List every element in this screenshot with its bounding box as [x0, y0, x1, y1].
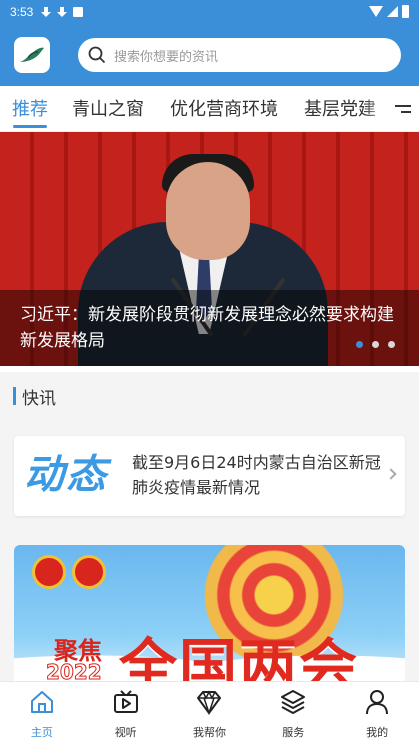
- layers-icon: [281, 690, 306, 714]
- status-time: 3:53: [10, 5, 34, 19]
- nav-home-label: 主页: [30, 726, 53, 739]
- tab-business-environment[interactable]: 优化营商环境: [170, 95, 278, 121]
- banner-carousel[interactable]: 习近平：新发展阶段贯彻新发展理念必然要求构建新发展格局: [0, 132, 419, 366]
- nav-home[interactable]: 主页: [0, 682, 84, 745]
- nav-profile-label: 我的: [366, 726, 389, 739]
- download-icon: [57, 6, 68, 18]
- bottom-navigation: 主页 视听 我帮你 服务 我的: [0, 681, 419, 745]
- download-icon: [41, 6, 52, 18]
- video-icon: [113, 690, 138, 713]
- signal-icon: [387, 6, 398, 17]
- chevron-right-icon: [385, 468, 397, 480]
- cppcc-emblem-icon: [72, 555, 106, 589]
- menu-icon: [401, 111, 411, 113]
- notification-icon: [73, 7, 84, 17]
- banner-title[interactable]: 习近平：新发展阶段贯彻新发展理念必然要求构建新发展格局: [20, 302, 400, 354]
- home-icon: [30, 691, 53, 713]
- diamond-icon: [197, 690, 222, 716]
- notification-icons: [41, 6, 84, 18]
- national-emblem-icon: [32, 555, 66, 589]
- nav-service-label: 服务: [282, 726, 305, 739]
- menu-icon: [395, 105, 411, 107]
- nav-help-label: 我帮你: [192, 726, 226, 739]
- flash-news-header: 快讯: [0, 372, 419, 420]
- nav-video-label: 视听: [114, 726, 137, 739]
- tab-qingshan-window[interactable]: 青山之窗: [72, 95, 144, 121]
- banner-photo-detail: [166, 162, 250, 260]
- section-title: 快讯: [22, 389, 56, 409]
- search-icon: [88, 46, 106, 64]
- section-marker: [13, 387, 16, 405]
- user-icon: [366, 690, 389, 715]
- carousel-dot[interactable]: [388, 341, 395, 348]
- bird-logo-icon: [20, 47, 44, 62]
- search-placeholder: 搜索你想要的资讯: [114, 49, 219, 65]
- status-bar: 3:53: [0, 0, 419, 24]
- carousel-dot[interactable]: [356, 341, 363, 348]
- app-logo[interactable]: [14, 37, 50, 73]
- two-sessions-promo-banner[interactable]: 聚焦 2022 全国两会: [14, 545, 405, 695]
- battery-icon: [402, 5, 409, 18]
- app-header: 搜索你想要的资讯: [0, 24, 419, 86]
- nav-profile[interactable]: 我的: [335, 682, 419, 745]
- flash-news-card[interactable]: 动态 截至9月6日24时内蒙古自治区新冠肺炎疫情最新情况: [14, 436, 405, 516]
- news-headline: 截至9月6日24时内蒙古自治区新冠肺炎疫情最新情况: [132, 453, 381, 497]
- dynamic-logo: 动态: [24, 452, 108, 498]
- carousel-dots: [356, 341, 395, 348]
- wifi-icon: [369, 6, 383, 17]
- category-tabs: 推荐 青山之窗 优化营商环境 基层党建: [0, 86, 419, 132]
- nav-help[interactable]: 我帮你: [168, 682, 252, 745]
- carousel-dot[interactable]: [372, 341, 379, 348]
- tabs-fade: [363, 86, 393, 131]
- system-icons: [369, 5, 409, 18]
- tab-recommend[interactable]: 推荐: [12, 95, 48, 121]
- more-tabs-button[interactable]: [391, 86, 419, 131]
- active-tab-indicator: [13, 125, 47, 128]
- search-input[interactable]: 搜索你想要的资讯: [78, 38, 401, 72]
- nav-service[interactable]: 服务: [251, 682, 335, 745]
- nav-video[interactable]: 视听: [84, 682, 168, 745]
